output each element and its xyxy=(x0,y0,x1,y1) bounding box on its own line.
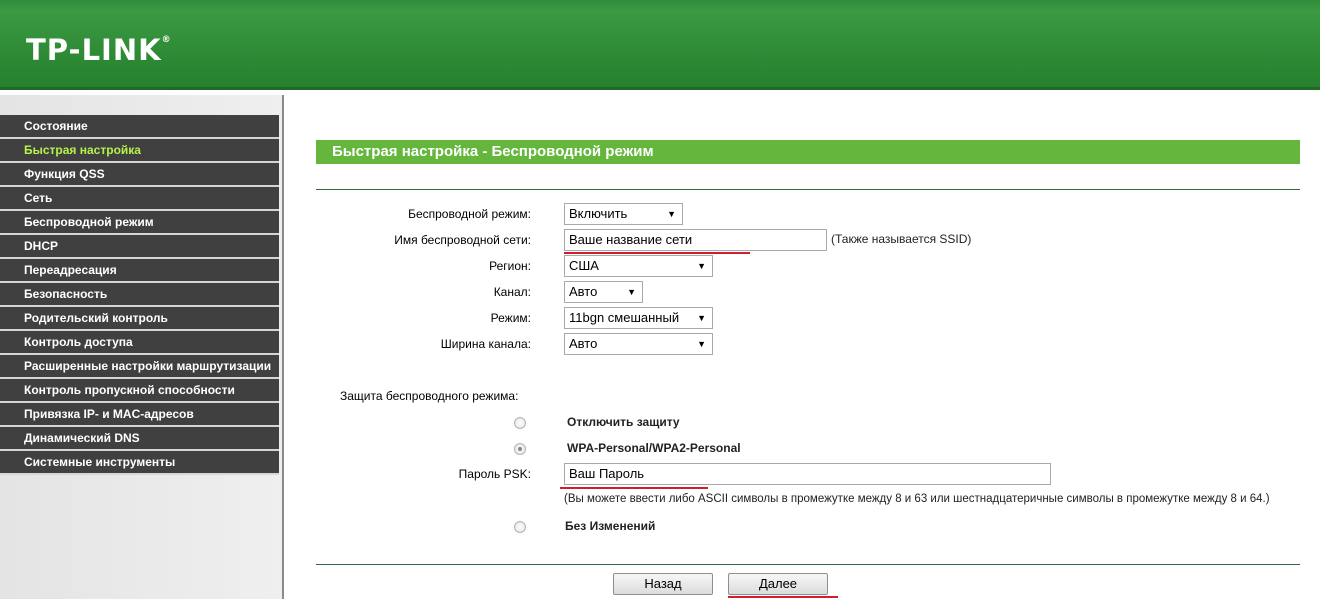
chevron-down-icon: ▼ xyxy=(697,313,706,323)
no-change-label: Без Изменений xyxy=(565,519,656,533)
channel-select[interactable]: Авто ▼ xyxy=(564,281,643,303)
sidebar-item[interactable]: Динамический DNS xyxy=(0,427,279,451)
tp-link-logo: TP-LINK® xyxy=(26,33,171,67)
sidebar-item[interactable]: Расширенные настройки маршрутизации xyxy=(0,355,279,379)
next-button[interactable]: Далее xyxy=(728,573,828,595)
chevron-down-icon: ▼ xyxy=(697,261,706,271)
sidebar-item[interactable]: Быстрая настройка xyxy=(0,139,279,163)
ssid-input[interactable]: Ваше название сети xyxy=(564,229,827,251)
chevron-down-icon: ▼ xyxy=(627,287,636,297)
wireless-mode-value: Включить xyxy=(569,206,628,221)
radio-wpa-personal[interactable] xyxy=(514,443,526,455)
channel-value: Авто xyxy=(569,284,598,299)
next-highlight-underline xyxy=(728,596,838,598)
sidebar-item[interactable]: Привязка IP- и MAC-адресов xyxy=(0,403,279,427)
channel-width-select[interactable]: Авто ▼ xyxy=(564,333,713,355)
channel-width-label: Ширина канала: xyxy=(440,337,531,351)
sidebar-item[interactable]: Переадресация xyxy=(0,259,279,283)
page-title: Быстрая настройка - Беспроводной режим xyxy=(316,140,1300,164)
sidebar-item[interactable]: Состояние xyxy=(0,115,279,139)
header-banner: TP-LINK® xyxy=(0,0,1320,90)
radio-disable-security[interactable] xyxy=(514,417,526,429)
sidebar-item[interactable]: Сеть xyxy=(0,187,279,211)
sidebar-item[interactable]: Родительский контроль xyxy=(0,307,279,331)
sidebar-item[interactable]: Системные инструменты xyxy=(0,451,279,475)
psk-hint: (Вы можете ввести либо ASCII символы в п… xyxy=(564,493,1270,505)
ssid-highlight-underline xyxy=(564,252,750,254)
divider-bottom xyxy=(316,564,1300,565)
sidebar-item[interactable]: Функция QSS xyxy=(0,163,279,187)
ssid-label: Имя беспроводной сети: xyxy=(394,233,531,247)
sidebar-item[interactable]: Беспроводной режим xyxy=(0,211,279,235)
sidebar: Состояние Быстрая настройка Функция QSS Сет… xyxy=(0,95,284,599)
chevron-down-icon: ▼ xyxy=(667,209,676,219)
radio-no-change[interactable] xyxy=(514,521,526,533)
wireless-mode-label: Беспроводной режим: xyxy=(408,207,531,221)
region-label: Регион: xyxy=(489,259,531,273)
disable-security-label: Отключить защиту xyxy=(567,415,680,429)
chevron-down-icon: ▼ xyxy=(697,339,706,349)
sidebar-menu: Состояние Быстрая настройка Функция QSS Сет… xyxy=(0,115,279,475)
psk-highlight-underline xyxy=(560,487,708,489)
channel-width-value: Авто xyxy=(569,336,598,351)
mode-label: Режим: xyxy=(490,311,531,325)
region-value: США xyxy=(569,258,599,273)
ssid-hint: (Также называется SSID) xyxy=(831,232,972,246)
security-label: Защита беспроводного режима: xyxy=(340,389,519,403)
back-button[interactable]: Назад xyxy=(613,573,713,595)
psk-password-input[interactable]: Ваш Пароль xyxy=(564,463,1051,485)
region-select[interactable]: США ▼ xyxy=(564,255,713,277)
mode-value: 11bgn смешанный xyxy=(569,310,680,325)
wireless-mode-select[interactable]: Включить ▼ xyxy=(564,203,683,225)
psk-label: Пароль PSK: xyxy=(458,467,531,481)
sidebar-item[interactable]: Контроль пропускной способности xyxy=(0,379,279,403)
mode-select[interactable]: 11bgn смешанный ▼ xyxy=(564,307,713,329)
sidebar-item[interactable]: Контроль доступа xyxy=(0,331,279,355)
wpa-personal-label: WPA-Personal/WPA2-Personal xyxy=(567,441,741,455)
channel-label: Канал: xyxy=(493,285,531,299)
divider-top xyxy=(316,189,1300,190)
sidebar-item[interactable]: Безопасность xyxy=(0,283,279,307)
sidebar-item[interactable]: DHCP xyxy=(0,235,279,259)
